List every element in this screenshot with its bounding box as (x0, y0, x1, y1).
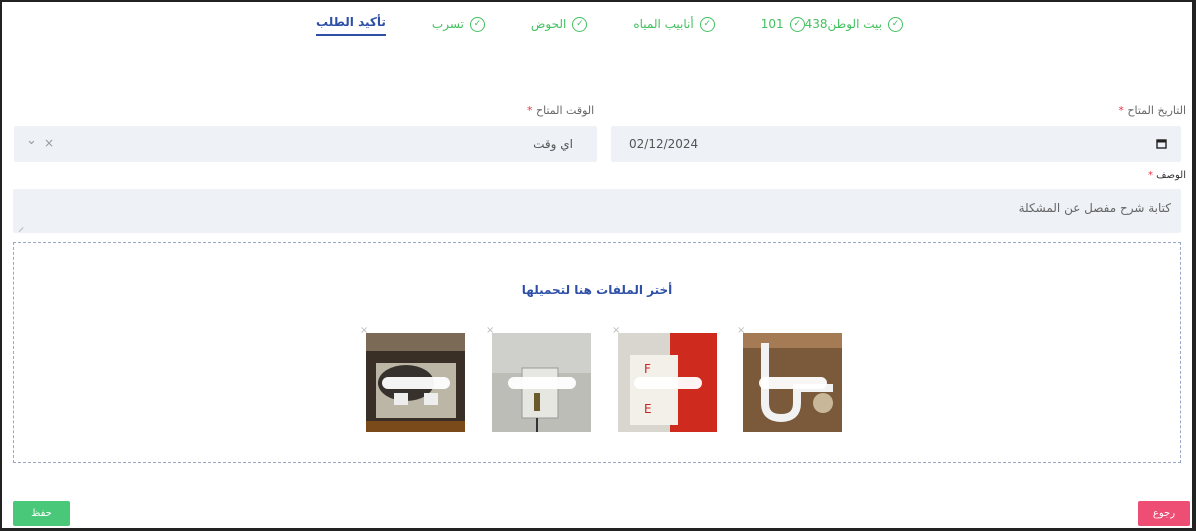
dropzone-title: أختر الملفات هنا لتحميلها (521, 283, 673, 297)
chevron-down-icon[interactable]: ⌄ (26, 133, 37, 148)
remove-icon[interactable]: × (612, 325, 620, 336)
check-circle-icon: ✓ (789, 16, 805, 32)
step-label: تأكيد الطلب (316, 15, 386, 29)
save-button[interactable]: حفظ (13, 501, 70, 526)
uploaded-image-1[interactable]: × (360, 325, 465, 432)
remove-icon[interactable]: × (360, 325, 368, 336)
step-home[interactable]: ✓ بيت الوطن438 (805, 12, 903, 36)
remove-icon[interactable]: × (486, 325, 494, 336)
step-sink[interactable]: ✓ الحوض (530, 12, 588, 36)
desc-placeholder: كتابة شرح مفصل عن المشكلة (1018, 201, 1171, 215)
image-caption-bar (508, 377, 576, 389)
check-circle-icon: ✓ (887, 16, 903, 32)
required-mark: * (527, 104, 533, 117)
remove-icon[interactable]: × (737, 325, 745, 336)
time-label: الوقت المتاح * (527, 104, 594, 117)
uploaded-image-4[interactable]: × (737, 325, 842, 432)
step-label: أنابيب المياه (633, 17, 694, 31)
required-mark: * (1118, 104, 1124, 117)
step-confirm[interactable]: تأكيد الطلب (316, 12, 386, 36)
step-label: بيت الوطن438 (804, 17, 882, 31)
uploaded-image-2[interactable]: × (486, 325, 591, 432)
file-dropzone[interactable]: أختر الملفات هنا لتحميلها × × × F E × (13, 242, 1181, 463)
step-label: تسرب (431, 17, 464, 31)
time-label-text: الوقت المتاح (536, 104, 595, 117)
clear-icon[interactable]: × (44, 136, 54, 150)
stepper: ✓ بيت الوطن438 ✓ 101 ✓ أنابيب المياه ✓ ا… (270, 12, 903, 36)
calendar-icon[interactable] (1156, 138, 1167, 149)
time-select[interactable]: اي وقت ⌄ × (14, 126, 597, 162)
step-label: الحوض (530, 17, 567, 31)
desc-label-text: الوصف (1156, 170, 1186, 181)
check-circle-icon: ✓ (469, 16, 485, 32)
required-mark: * (1147, 170, 1153, 181)
step-leak[interactable]: ✓ تسرب (432, 12, 485, 36)
step-unit[interactable]: ✓ 101 (761, 12, 805, 36)
date-input[interactable]: 02/12/2024 (611, 126, 1181, 162)
date-value: 02/12/2024 (629, 137, 699, 151)
description-textarea[interactable]: كتابة شرح مفصل عن المشكلة (13, 189, 1181, 233)
svg-text:E: E (644, 402, 652, 416)
desc-label: الوصف * (1148, 170, 1186, 181)
step-label: 101 (760, 17, 784, 31)
back-button[interactable]: رجوع (1138, 501, 1190, 526)
image-caption-bar (759, 377, 827, 389)
check-circle-icon: ✓ (699, 16, 715, 32)
step-pipes[interactable]: ✓ أنابيب المياه (633, 12, 715, 36)
check-circle-icon: ✓ (572, 16, 588, 32)
resize-handle-icon[interactable] (14, 222, 24, 233)
date-label-text: التاريخ المتاح (1127, 104, 1186, 117)
date-label: التاريخ المتاح * (1118, 104, 1186, 117)
image-caption-bar (382, 377, 450, 389)
time-value: اي وقت (533, 137, 573, 151)
image-caption-bar (634, 377, 702, 389)
svg-text:F: F (644, 362, 651, 376)
uploaded-image-3[interactable]: × F E (612, 325, 717, 432)
